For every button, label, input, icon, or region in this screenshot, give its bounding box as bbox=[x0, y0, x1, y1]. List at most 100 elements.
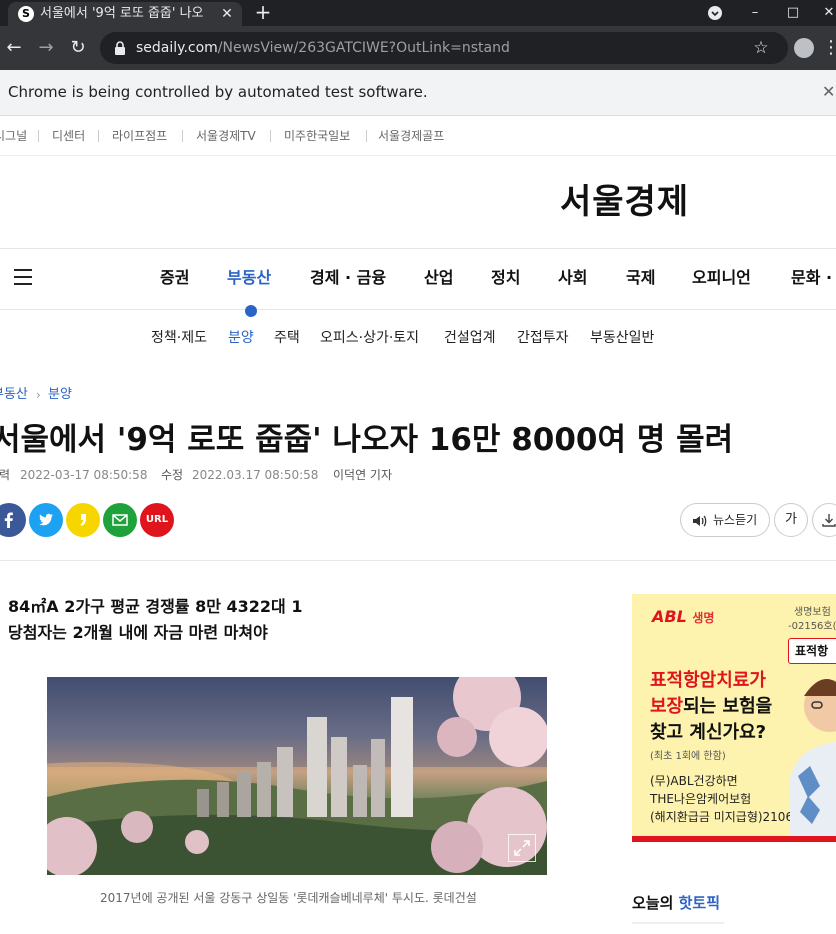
speaker-icon bbox=[693, 515, 707, 527]
ad-person-illustration bbox=[790, 679, 836, 836]
modify-time: 2022.03.17 08:50:58 bbox=[192, 468, 319, 482]
facebook-share-icon[interactable] bbox=[0, 503, 26, 537]
family-link-sedtv[interactable]: 서울경제TV bbox=[196, 128, 256, 144]
url-path: /NewsView/263GATCIWE?OutLink=nstand bbox=[217, 40, 510, 56]
url-copy-button[interactable]: URL bbox=[140, 503, 174, 537]
breadcrumb-chevron-icon: › bbox=[36, 388, 41, 402]
subnav-indirect-investment[interactable]: 간접투자 bbox=[517, 328, 569, 348]
kakaostory-share-icon[interactable] bbox=[66, 503, 100, 537]
ad-product-3: (해지환급금 미지급형)2106 bbox=[650, 810, 794, 824]
family-site-links: 시그널 디센터 라이프점프 서울경제TV 미주한국일보 서울경제골프 bbox=[0, 116, 836, 156]
modify-label: 수정 bbox=[161, 468, 184, 482]
automation-infobar: Chrome is being controlled by automated … bbox=[0, 70, 836, 116]
active-nav-indicator bbox=[245, 305, 257, 317]
mail-share-icon[interactable] bbox=[103, 503, 137, 537]
listen-news-button[interactable]: 뉴스듣기 bbox=[680, 503, 770, 537]
bookmark-star-icon[interactable]: ☆ bbox=[750, 37, 772, 59]
nav-society[interactable]: 사회 bbox=[558, 267, 587, 289]
ad-brand-logo: ABL 생명 bbox=[652, 606, 714, 629]
lock-icon bbox=[115, 41, 125, 55]
url-text: sedaily.com/NewsView/263GATCIWE?OutLink=… bbox=[136, 38, 510, 58]
subnav-presale[interactable]: 분양 bbox=[228, 328, 254, 348]
main-navigation: 증권 부동산 경제 · 금융 산업 정치 사회 국제 오피니언 문화 · bbox=[0, 248, 836, 310]
nav-culture[interactable]: 문화 · bbox=[791, 267, 832, 289]
infobar-close-icon[interactable]: ✕ bbox=[822, 82, 836, 102]
ad-line-2b: 되는 보험을 bbox=[683, 696, 773, 717]
ad-line-3: 찾고 계신가요? bbox=[650, 722, 767, 743]
nav-realestate[interactable]: 부동산 bbox=[227, 267, 271, 289]
family-link-divider bbox=[270, 130, 271, 142]
ad-tag: 표적항 bbox=[788, 638, 836, 664]
summary-line-1: 84㎡A 2가구 평균 경쟁률 8만 4322대 1 bbox=[8, 597, 303, 616]
back-arrow-icon[interactable]: ← bbox=[2, 36, 26, 60]
photo-caption: 2017년에 공개된 서울 강동구 상일동 '롯데캐슬베네루체' 투시도. 롯데… bbox=[100, 891, 477, 905]
profile-avatar-icon[interactable] bbox=[794, 38, 814, 58]
ad-note: (최초 1회에 한함) bbox=[650, 751, 726, 762]
address-bar[interactable]: sedaily.com/NewsView/263GATCIWE?OutLink=… bbox=[100, 32, 788, 64]
url-host: sedaily.com bbox=[136, 40, 218, 56]
browser-toolbar: ← → ↻ sedaily.com/NewsView/263GATCIWE?Ou… bbox=[0, 26, 836, 70]
ad-banner[interactable]: ABL 생명 생명보험 -02156호(2 표적항 표적항암치료가 보장되는 보… bbox=[632, 594, 836, 842]
browser-tab-strip: S 서울에서 '9억 로또 줍줍' 나오 ✕ + – □ ✕ bbox=[0, 0, 836, 26]
hamburger-menu-icon[interactable] bbox=[14, 269, 32, 285]
summary-line-2: 당첨자는 2개월 내에 자금 마련 마쳐야 bbox=[8, 623, 268, 642]
nav-stocks[interactable]: 증권 bbox=[160, 267, 189, 289]
minimize-icon[interactable]: – bbox=[744, 2, 766, 24]
nav-international[interactable]: 국제 bbox=[626, 267, 655, 289]
hot-topic-underline bbox=[632, 922, 724, 924]
subnav-realestate-general[interactable]: 부동산일반 bbox=[590, 328, 654, 348]
nav-economy-finance[interactable]: 경제 · 금융 bbox=[310, 267, 386, 289]
forward-arrow-icon[interactable]: → bbox=[34, 36, 58, 60]
hot-topic-heading: 오늘의 핫토픽 bbox=[632, 892, 720, 914]
font-size-button[interactable]: 가 bbox=[774, 503, 808, 537]
window-close-icon[interactable]: ✕ bbox=[818, 2, 836, 24]
site-logo[interactable]: 서울경제 bbox=[560, 180, 689, 224]
subnav-office-commercial-land[interactable]: 오피스·상가·토지 bbox=[320, 328, 419, 348]
subnav-housing[interactable]: 주택 bbox=[274, 328, 300, 348]
family-link-divider bbox=[38, 130, 39, 142]
new-tab-icon[interactable]: + bbox=[252, 1, 274, 23]
ad-line-2a: 보장 bbox=[650, 696, 684, 717]
family-link-lifejump[interactable]: 라이프점프 bbox=[112, 128, 167, 144]
browser-tab[interactable]: S 서울에서 '9억 로또 줍줍' 나오 ✕ bbox=[8, 2, 242, 26]
family-link-koreatimes-us[interactable]: 미주한국일보 bbox=[284, 128, 350, 144]
breadcrumb-presale[interactable]: 분양 bbox=[48, 386, 72, 404]
ad-product-2: THE나은암케어보험 bbox=[650, 792, 752, 806]
subnav-construction[interactable]: 건설업계 bbox=[444, 328, 496, 348]
tab-close-icon[interactable]: ✕ bbox=[218, 5, 236, 23]
ad-brand-suffix: 생명 bbox=[692, 611, 715, 625]
article-author: 이덕연 기자 bbox=[333, 468, 393, 482]
input-time: 2022-03-17 08:50:58 bbox=[20, 468, 148, 482]
family-link-divider bbox=[182, 130, 183, 142]
hot-topic-accent: 핫토픽 bbox=[678, 894, 721, 912]
family-link-divider bbox=[366, 130, 367, 142]
ad-brand: ABL bbox=[652, 607, 687, 626]
family-link-decenter[interactable]: 디센터 bbox=[52, 128, 85, 144]
family-link-signal[interactable]: 시그널 bbox=[0, 128, 27, 144]
reload-icon[interactable]: ↻ bbox=[66, 36, 90, 60]
family-link-sedgolf[interactable]: 서울경제골프 bbox=[378, 128, 444, 144]
tab-search-icon[interactable] bbox=[704, 2, 726, 24]
infobar-text: Chrome is being controlled by automated … bbox=[8, 83, 428, 101]
maximize-icon[interactable]: □ bbox=[782, 2, 804, 24]
nav-politics[interactable]: 정치 bbox=[491, 267, 520, 289]
ad-small-2: -02156호(2 bbox=[788, 621, 836, 632]
nav-industry[interactable]: 산업 bbox=[424, 267, 453, 289]
ad-product-1: (무)ABL건강하면 bbox=[650, 774, 738, 788]
listen-news-label: 뉴스듣기 bbox=[713, 513, 758, 527]
breadcrumb-realestate[interactable]: 부동산 bbox=[0, 386, 28, 404]
ad-small-1: 생명보험 bbox=[794, 607, 831, 618]
browser-menu-icon[interactable]: ⋮ bbox=[822, 36, 836, 60]
article-headline: 서울에서 '9억 로또 줍줍' 나오자 16만 8000여 명 몰려 bbox=[0, 422, 734, 458]
expand-photo-icon[interactable] bbox=[508, 834, 536, 862]
subnav-policy[interactable]: 정책·제도 bbox=[151, 328, 207, 348]
ad-bottom-bar bbox=[632, 836, 836, 842]
article-summary: 84㎡A 2가구 평균 경쟁률 8만 4322대 1 당첨자는 2개월 내에 자… bbox=[8, 594, 302, 646]
favicon-icon: S bbox=[18, 6, 34, 22]
hot-topic-prefix: 오늘의 bbox=[632, 894, 679, 912]
download-icon[interactable] bbox=[812, 503, 836, 537]
ad-line-2: 보장되는 보험을 bbox=[650, 694, 772, 720]
nav-opinion[interactable]: 오피니언 bbox=[692, 267, 751, 289]
twitter-share-icon[interactable] bbox=[29, 503, 63, 537]
input-label: 입력 bbox=[0, 468, 11, 482]
